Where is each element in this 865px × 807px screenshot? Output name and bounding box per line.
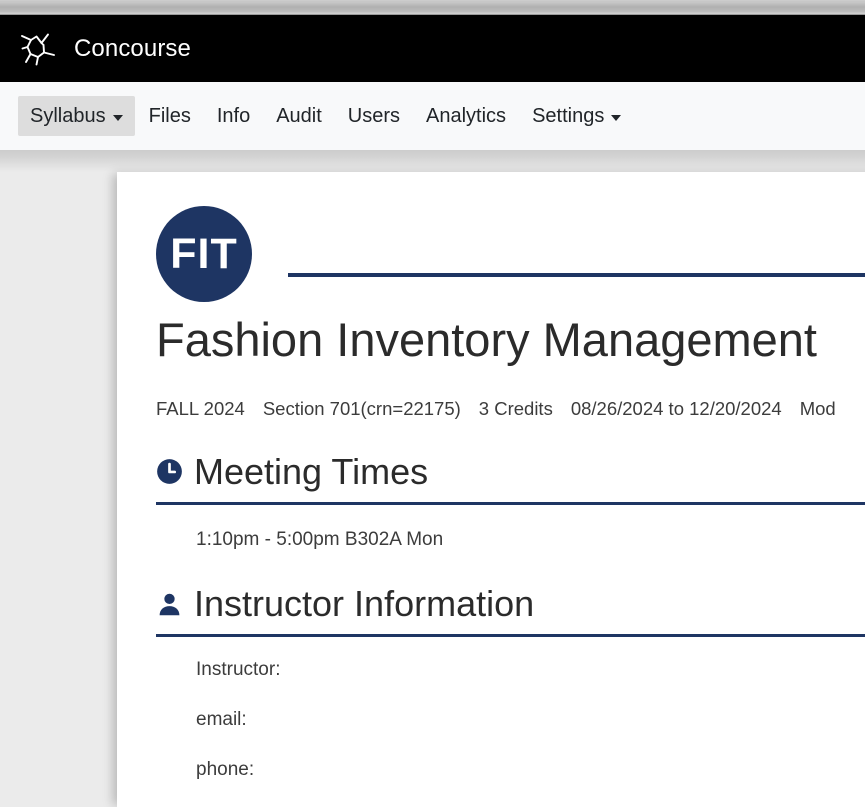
section-heading-meeting-times: Meeting Times: [156, 452, 865, 492]
nav-item-audit[interactable]: Audit: [264, 96, 334, 136]
section-body-instructor-information: Instructor: email: phone:: [156, 659, 865, 781]
instructor-name-label: Instructor:: [196, 658, 281, 680]
chevron-down-icon: [611, 114, 622, 121]
nav-item-files[interactable]: Files: [137, 96, 203, 136]
instructor-phone-field: phone:: [196, 759, 865, 781]
section-divider-meeting-times: [156, 501, 865, 505]
nav-label-analytics: Analytics: [426, 105, 507, 127]
nav-label-settings: Settings: [532, 105, 605, 127]
horizontal-scrollbar[interactable]: [0, 0, 865, 15]
syllabus-content-card: FIT Fashion Inventory Management FALL 20…: [117, 172, 865, 807]
nav-label-users: Users: [347, 105, 401, 127]
section-divider-instructor-information: [156, 633, 865, 637]
instructor-phone-label: phone:: [196, 758, 255, 780]
clock-icon: [157, 459, 182, 485]
course-dates: 08/26/2024 to 12/20/2024: [570, 398, 782, 420]
institution-badge: FIT: [156, 206, 252, 302]
nav-item-analytics[interactable]: Analytics: [414, 96, 518, 136]
course-meta-line: FALL 2024 Section 701(crn=22175) 3 Credi…: [156, 398, 865, 420]
nav-item-users[interactable]: Users: [336, 96, 412, 136]
person-icon: [159, 593, 180, 615]
horizontal-scrollbar-thumb[interactable]: [0, 2, 865, 12]
section-title-instructor-information: Instructor Information: [194, 583, 535, 625]
meeting-time-entry: 1:10pm - 5:00pm B302A Mon: [196, 528, 444, 550]
section-title-meeting-times: Meeting Times: [194, 451, 429, 493]
course-credits: 3 Credits: [478, 398, 553, 420]
nav-label-syllabus: Syllabus: [30, 105, 106, 127]
app-header: Concourse: [0, 15, 865, 82]
nav-item-info[interactable]: Info: [205, 96, 262, 136]
instructor-email-field: email:: [196, 709, 865, 731]
section-body-meeting-times: 1:10pm - 5:00pm B302A Mon: [156, 527, 865, 553]
course-logo-row: FIT: [156, 206, 865, 302]
nav-label-files: Files: [148, 105, 191, 127]
nav-label-audit: Audit: [276, 105, 322, 127]
header-divider: [288, 273, 865, 277]
instructor-email-label: email:: [196, 708, 247, 730]
course-term: FALL 2024: [156, 398, 245, 420]
nav-item-settings[interactable]: Settings: [520, 96, 633, 136]
instructor-name-field: Instructor:: [196, 659, 865, 681]
course-section: Section 701(crn=22175): [262, 398, 461, 420]
concourse-starburst-logo-icon: [21, 33, 55, 65]
main-nav: Syllabus Files Info Audit Users Analytic…: [0, 82, 865, 150]
nav-item-syllabus[interactable]: Syllabus: [18, 96, 135, 136]
course-modality: Mod: [799, 398, 836, 420]
chevron-down-icon: [112, 114, 123, 121]
section-heading-instructor-information: Instructor Information: [156, 584, 865, 624]
course-title: Fashion Inventory Management: [156, 313, 817, 366]
app-brand-title: Concourse: [74, 34, 191, 62]
nav-label-info: Info: [216, 105, 251, 127]
